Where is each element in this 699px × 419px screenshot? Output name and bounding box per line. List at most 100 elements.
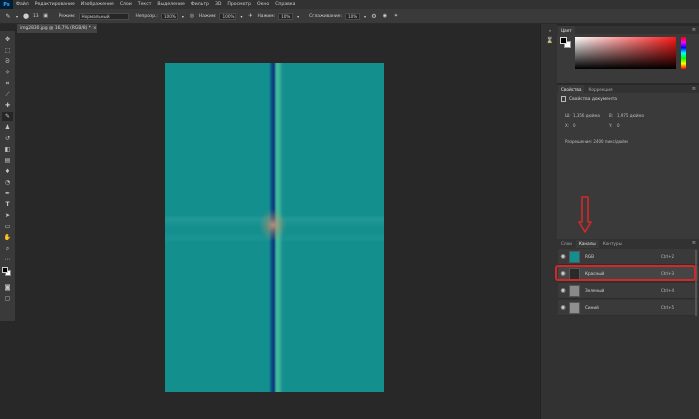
move-icon[interactable]: ✥ bbox=[2, 35, 13, 44]
more-icon[interactable]: ⋯ bbox=[2, 255, 13, 264]
opacity-label: Непрозр.: bbox=[135, 13, 158, 19]
eyedropper-icon[interactable]: ⟋ bbox=[2, 90, 13, 99]
history-icon[interactable]: ⌛ bbox=[546, 36, 554, 44]
opacity-field[interactable]: 100% bbox=[160, 12, 178, 20]
chevron-down-icon[interactable]: ▾ bbox=[239, 12, 243, 20]
channel-shortcut: Ctrl+4 bbox=[661, 288, 675, 293]
menu-help[interactable]: Справка bbox=[272, 2, 298, 7]
annotation-highlight bbox=[555, 265, 696, 281]
foreground-color-swatch[interactable] bbox=[2, 267, 8, 273]
pen-icon[interactable]: ✒ bbox=[2, 189, 13, 198]
menu-select[interactable]: Выделение bbox=[154, 2, 187, 7]
menu-3d[interactable]: 3D bbox=[212, 2, 224, 7]
menu-edit[interactable]: Редактирование bbox=[32, 2, 78, 7]
hue-slider[interactable] bbox=[681, 37, 686, 69]
symmetry-icon[interactable]: ✶ bbox=[392, 12, 400, 20]
magic-wand-icon[interactable]: ✧ bbox=[2, 68, 13, 77]
zoom-icon[interactable]: ⌕ bbox=[2, 244, 13, 253]
smoothing-label: Нажим: bbox=[257, 13, 276, 19]
panel-menu-icon[interactable]: ≡ bbox=[692, 240, 696, 246]
marquee-icon[interactable]: ⬚ bbox=[2, 46, 13, 55]
chevron-down-icon[interactable]: ▾ bbox=[363, 12, 367, 20]
channel-row-green[interactable]: ◉ Зеленый Ctrl+4 bbox=[558, 283, 698, 299]
height-value[interactable]: 1,975 дюйма bbox=[617, 113, 644, 118]
quick-mask-icon[interactable]: ◙ bbox=[2, 283, 13, 292]
properties-title: Свойства документа bbox=[561, 96, 617, 102]
airbrush-icon[interactable]: ✈ bbox=[246, 12, 254, 20]
width-value[interactable]: 1,356 дюйма bbox=[573, 113, 600, 118]
pressure-opacity-icon[interactable]: ◎ bbox=[188, 12, 196, 20]
chevron-down-icon[interactable]: ▾ bbox=[15, 12, 19, 20]
menu-file[interactable]: Файл bbox=[13, 2, 32, 7]
menu-layers[interactable]: Слои bbox=[117, 2, 135, 7]
healing-icon[interactable]: ✚ bbox=[2, 101, 13, 110]
path-select-icon[interactable]: ➤ bbox=[2, 211, 13, 220]
dodge-icon[interactable]: ◔ bbox=[2, 178, 13, 187]
color-field[interactable] bbox=[575, 37, 676, 69]
menu-filter[interactable]: Фильтр bbox=[188, 2, 212, 7]
tab-adjustments[interactable]: Коррекция bbox=[585, 85, 615, 93]
tab-channels[interactable]: Каналы bbox=[575, 239, 599, 248]
brush-size: 13 bbox=[33, 13, 39, 19]
mode-select[interactable]: Нормальный bbox=[78, 12, 129, 20]
blur-icon[interactable]: ♦ bbox=[2, 167, 13, 176]
menu-image[interactable]: Изображение bbox=[78, 2, 117, 7]
brush-tool-icon[interactable]: ✎ bbox=[4, 12, 12, 20]
stamp-icon[interactable]: ♟ bbox=[2, 123, 13, 132]
tab-properties[interactable]: Свойства bbox=[558, 85, 585, 93]
document-tab-bar: img2830.jpg @ 16,7% (RGB/8) * × bbox=[17, 24, 540, 33]
document-tab[interactable]: img2830.jpg @ 16,7% (RGB/8) * × bbox=[17, 24, 97, 33]
properties-panel-tabs: Свойства Коррекция bbox=[557, 85, 699, 93]
channel-row-rgb[interactable]: ◉ RGB Ctrl+2 bbox=[558, 249, 698, 265]
eraser-icon[interactable]: ◧ bbox=[2, 145, 13, 154]
hand-icon[interactable]: ✋ bbox=[2, 233, 13, 242]
tab-layers[interactable]: Слои bbox=[558, 240, 575, 248]
tab-paths[interactable]: Контуры bbox=[600, 240, 625, 248]
resolution-text: Разрешение: 2400 пикс/дюйм bbox=[565, 139, 628, 144]
close-icon[interactable]: × bbox=[93, 26, 97, 31]
smoothing-field[interactable]: 10% bbox=[278, 12, 294, 20]
x-value[interactable]: 0 bbox=[573, 123, 576, 128]
foreground-swatch[interactable] bbox=[560, 37, 567, 44]
tab-color[interactable]: Цвет bbox=[558, 26, 575, 34]
pressure-size-icon[interactable]: ◉ bbox=[381, 12, 389, 20]
smooth-field[interactable]: 10% bbox=[344, 12, 360, 20]
history-brush-icon[interactable]: ↺ bbox=[2, 134, 13, 143]
flow-field[interactable]: 100% bbox=[219, 12, 237, 20]
options-bar: ✎ ▾ ● 13 ▣ Режим: Нормальный Непрозр.: 1… bbox=[0, 9, 699, 24]
brush-preset-icon[interactable]: ● bbox=[22, 12, 30, 20]
brush-icon[interactable]: ✎ bbox=[2, 112, 13, 121]
gradient-icon[interactable]: ▤ bbox=[2, 156, 13, 165]
gear-icon[interactable]: ⚙ bbox=[370, 12, 378, 20]
document-image[interactable] bbox=[165, 63, 384, 392]
lasso-icon[interactable]: ᘐ bbox=[2, 57, 13, 66]
color-panel-tabs: Цвет bbox=[557, 26, 699, 34]
eye-icon[interactable]: ◉ bbox=[558, 304, 568, 311]
document-icon bbox=[561, 96, 566, 102]
type-icon[interactable]: T bbox=[2, 200, 13, 209]
panel-scrollbar[interactable] bbox=[695, 250, 697, 316]
eye-icon[interactable]: ◉ bbox=[558, 287, 568, 294]
menu-type[interactable]: Текст bbox=[135, 2, 155, 7]
menu-view[interactable]: Просмотр bbox=[224, 2, 254, 7]
channel-row-blue[interactable]: ◉ Синий Ctrl+5 bbox=[558, 300, 698, 316]
smooth-label: Сглаживание: bbox=[309, 13, 342, 19]
channel-name: Зеленый bbox=[585, 288, 605, 293]
y-value[interactable]: 0 bbox=[617, 123, 620, 128]
panel-menu-icon[interactable]: ≡ bbox=[692, 27, 696, 33]
menu-bar: Ps Файл Редактирование Изображение Слои … bbox=[0, 0, 699, 9]
rectangle-icon[interactable]: ▭ bbox=[2, 222, 13, 231]
chevron-down-icon[interactable]: ▾ bbox=[296, 12, 300, 20]
channel-shortcut: Ctrl+5 bbox=[661, 305, 675, 310]
properties-panel: Свойства Коррекция ≡ Свойства документа … bbox=[557, 85, 699, 261]
height-label: В: bbox=[609, 113, 614, 118]
collapse-icon[interactable]: » bbox=[546, 26, 554, 34]
crop-icon[interactable]: ⌗ bbox=[2, 79, 13, 88]
chevron-down-icon[interactable]: ▾ bbox=[181, 12, 185, 20]
screen-mode-icon[interactable]: ▢ bbox=[2, 294, 13, 303]
menu-window[interactable]: Окно bbox=[254, 2, 272, 7]
eye-icon[interactable]: ◉ bbox=[558, 253, 568, 260]
channel-shortcut: Ctrl+2 bbox=[661, 254, 675, 259]
brush-settings-icon[interactable]: ▣ bbox=[42, 12, 50, 20]
panel-menu-icon[interactable]: ≡ bbox=[692, 86, 696, 92]
